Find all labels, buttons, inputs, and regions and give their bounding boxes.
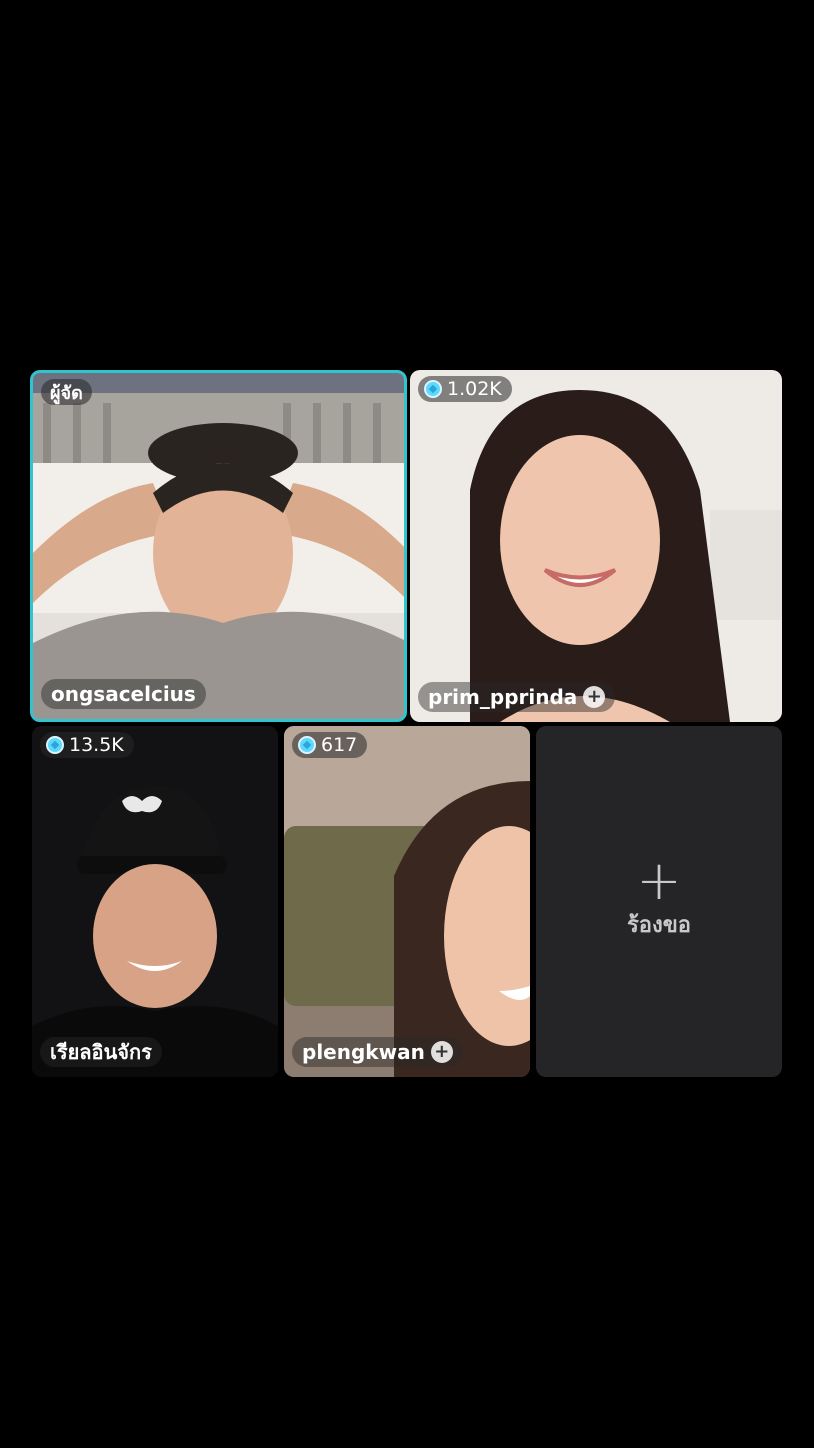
- viewer-count: 13.5K: [69, 734, 124, 756]
- gem-icon: [46, 736, 64, 754]
- username-label: ongsacelcius: [51, 682, 196, 706]
- participant-name[interactable]: เรียลอินจักร: [40, 1037, 162, 1067]
- username-label: plengkwan: [302, 1040, 425, 1064]
- username-label: prim_pprinda: [428, 685, 578, 709]
- participant-name[interactable]: prim_pprinda +: [418, 682, 616, 712]
- participant-tile[interactable]: 617 plengkwan +: [284, 726, 530, 1077]
- viewer-count: 1.02K: [447, 378, 502, 400]
- request-label: ร้องขอ: [626, 913, 692, 938]
- participant-name[interactable]: plengkwan +: [292, 1037, 463, 1067]
- participant-name[interactable]: ongsacelcius: [41, 679, 206, 709]
- viewer-count-badge: 617: [292, 732, 368, 758]
- plus-icon: +: [636, 849, 682, 912]
- video-feed: [410, 370, 782, 722]
- viewer-count: 617: [321, 734, 358, 756]
- viewer-count-badge: 13.5K: [40, 732, 134, 758]
- participant-tile[interactable]: 1.02K prim_pprinda +: [410, 370, 782, 722]
- host-badge-label: ผู้จัด: [50, 382, 83, 404]
- viewer-count-badge: 1.02K: [418, 376, 512, 402]
- video-feed: [32, 726, 278, 1077]
- gem-icon: [424, 380, 442, 398]
- gem-icon: [298, 736, 316, 754]
- participant-tile-host[interactable]: ผู้จัด ongsacelcius: [30, 370, 407, 722]
- plus-icon[interactable]: +: [583, 686, 606, 708]
- host-badge: ผู้จัด: [41, 379, 92, 405]
- video-feed: [33, 373, 404, 719]
- video-feed: [284, 726, 530, 1077]
- participant-tile[interactable]: 13.5K เรียลอินจักร: [32, 726, 278, 1077]
- plus-icon[interactable]: +: [430, 1041, 453, 1063]
- username-label: เรียลอินจักร: [50, 1040, 152, 1064]
- request-to-join-button[interactable]: + ร้องขอ: [536, 726, 782, 1077]
